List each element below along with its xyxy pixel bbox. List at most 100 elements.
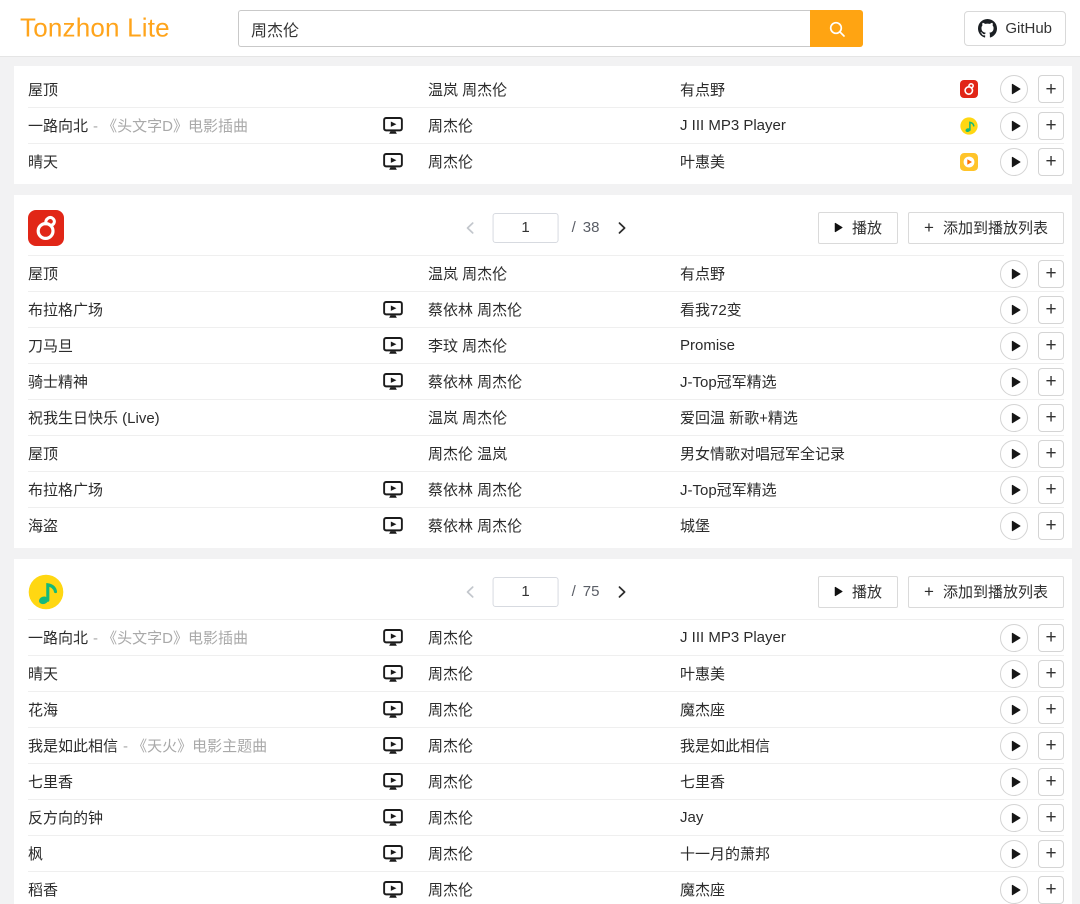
- play-song-button[interactable]: [1000, 332, 1028, 360]
- chevron-left-icon: [464, 585, 478, 599]
- song-actions: +: [1000, 660, 1064, 688]
- add-song-button[interactable]: +: [1038, 476, 1064, 504]
- add-song-button[interactable]: +: [1038, 148, 1064, 176]
- song-album: J III MP3 Player: [680, 629, 1000, 646]
- play-song-button[interactable]: [1000, 404, 1028, 432]
- song-artists: 温岚 周杰伦: [428, 263, 680, 284]
- song-row: 刀马旦 李玟 周杰伦 Promise +: [28, 327, 1064, 363]
- add-song-button[interactable]: +: [1038, 876, 1064, 904]
- play-all-button[interactable]: 播放: [818, 576, 898, 608]
- add-song-button[interactable]: +: [1038, 804, 1064, 832]
- add-song-button[interactable]: +: [1038, 768, 1064, 796]
- pagination: /75: [462, 577, 631, 607]
- song-actions: +: [1000, 148, 1064, 176]
- add-song-button[interactable]: +: [1038, 732, 1064, 760]
- mv-icon[interactable]: [383, 153, 403, 171]
- mv-icon[interactable]: [383, 481, 403, 499]
- play-song-button[interactable]: [1000, 804, 1028, 832]
- add-song-button[interactable]: +: [1038, 696, 1064, 724]
- play-song-button[interactable]: [1000, 368, 1028, 396]
- netease-section-card: /38 播放 +添加到播放列表 屋顶 温岚 周杰伦 有点野 + 布拉格广场: [14, 195, 1072, 548]
- mv-icon[interactable]: [383, 701, 403, 719]
- mv-icon[interactable]: [383, 881, 403, 899]
- mv-icon[interactable]: [383, 737, 403, 755]
- add-song-button[interactable]: +: [1038, 260, 1064, 288]
- page-input[interactable]: [493, 577, 559, 607]
- app-logo: Tonzhon Lite: [20, 13, 170, 44]
- play-song-button[interactable]: [1000, 768, 1028, 796]
- search-input[interactable]: [238, 10, 810, 47]
- github-button[interactable]: GitHub: [964, 11, 1066, 46]
- play-song-button[interactable]: [1000, 148, 1028, 176]
- play-song-button[interactable]: [1000, 75, 1028, 103]
- mv-icon[interactable]: [383, 117, 403, 135]
- song-title: 七里香: [28, 771, 73, 792]
- add-all-button[interactable]: +添加到播放列表: [908, 212, 1064, 244]
- song-title-cell: 一路向北- 《头文字D》电影插曲: [28, 115, 383, 136]
- mv-icon[interactable]: [383, 845, 403, 863]
- song-artists: 周杰伦: [428, 843, 680, 864]
- mv-icon[interactable]: [383, 773, 403, 791]
- mv-icon[interactable]: [383, 301, 403, 319]
- play-song-button[interactable]: [1000, 624, 1028, 652]
- add-song-button[interactable]: +: [1038, 660, 1064, 688]
- netease-music-icon: [28, 210, 64, 246]
- play-song-button[interactable]: [1000, 660, 1028, 688]
- song-title: 祝我生日快乐 (Live): [28, 407, 160, 428]
- play-song-button[interactable]: [1000, 476, 1028, 504]
- song-album: J-Top冠军精选: [680, 371, 1000, 392]
- play-song-button[interactable]: [1000, 112, 1028, 140]
- mv-icon[interactable]: [383, 665, 403, 683]
- play-song-button[interactable]: [1000, 260, 1028, 288]
- section-header: /38 播放 +添加到播放列表: [28, 200, 1064, 255]
- mv-icon[interactable]: [383, 517, 403, 535]
- prev-page-button[interactable]: [462, 219, 480, 237]
- play-song-button[interactable]: [1000, 840, 1028, 868]
- song-title-cell: 稻香: [28, 879, 383, 900]
- add-song-button[interactable]: +: [1038, 368, 1064, 396]
- song-actions: +: [1000, 440, 1064, 468]
- add-song-button[interactable]: +: [1038, 332, 1064, 360]
- song-title-cell: 布拉格广场: [28, 299, 383, 320]
- play-all-button[interactable]: 播放: [818, 212, 898, 244]
- play-icon: [1011, 776, 1021, 788]
- plus-icon: +: [924, 583, 934, 600]
- source-cell: [960, 117, 1000, 135]
- next-page-button[interactable]: [612, 219, 630, 237]
- play-song-button[interactable]: [1000, 732, 1028, 760]
- kuwo-music-icon: [960, 153, 978, 171]
- add-song-button[interactable]: +: [1038, 624, 1064, 652]
- next-page-button[interactable]: [612, 583, 630, 601]
- song-album: 城堡: [680, 515, 1000, 536]
- song-list: 屋顶 温岚 周杰伦 有点野 + 布拉格广场 蔡依林 周杰伦 看我72变 +: [28, 255, 1064, 543]
- play-icon: [1011, 412, 1021, 424]
- play-song-button[interactable]: [1000, 876, 1028, 904]
- page-input[interactable]: [493, 213, 559, 243]
- add-song-button[interactable]: +: [1038, 296, 1064, 324]
- prev-page-button[interactable]: [462, 583, 480, 601]
- play-song-button[interactable]: [1000, 440, 1028, 468]
- add-song-button[interactable]: +: [1038, 440, 1064, 468]
- github-label: GitHub: [1005, 20, 1052, 37]
- add-all-button[interactable]: +添加到播放列表: [908, 576, 1064, 608]
- play-song-button[interactable]: [1000, 512, 1028, 540]
- play-song-button[interactable]: [1000, 696, 1028, 724]
- song-subtitle: - 《头文字D》电影插曲: [93, 115, 248, 136]
- search-button[interactable]: [810, 10, 863, 47]
- add-song-button[interactable]: +: [1038, 404, 1064, 432]
- play-song-button[interactable]: [1000, 296, 1028, 324]
- song-subtitle: - 《头文字D》电影插曲: [93, 627, 248, 648]
- add-song-button[interactable]: +: [1038, 75, 1064, 103]
- mv-icon[interactable]: [383, 373, 403, 391]
- song-artists: 周杰伦: [428, 735, 680, 756]
- song-row: 一路向北- 《头文字D》电影插曲 周杰伦 J III MP3 Player +: [28, 107, 1064, 143]
- mv-icon[interactable]: [383, 337, 403, 355]
- total-pages: 75: [583, 583, 600, 600]
- mv-icon[interactable]: [383, 809, 403, 827]
- add-song-button[interactable]: +: [1038, 512, 1064, 540]
- song-actions: +: [1000, 696, 1064, 724]
- add-song-button[interactable]: +: [1038, 112, 1064, 140]
- add-song-button[interactable]: +: [1038, 840, 1064, 868]
- play-icon: [1011, 156, 1021, 168]
- mv-icon[interactable]: [383, 629, 403, 647]
